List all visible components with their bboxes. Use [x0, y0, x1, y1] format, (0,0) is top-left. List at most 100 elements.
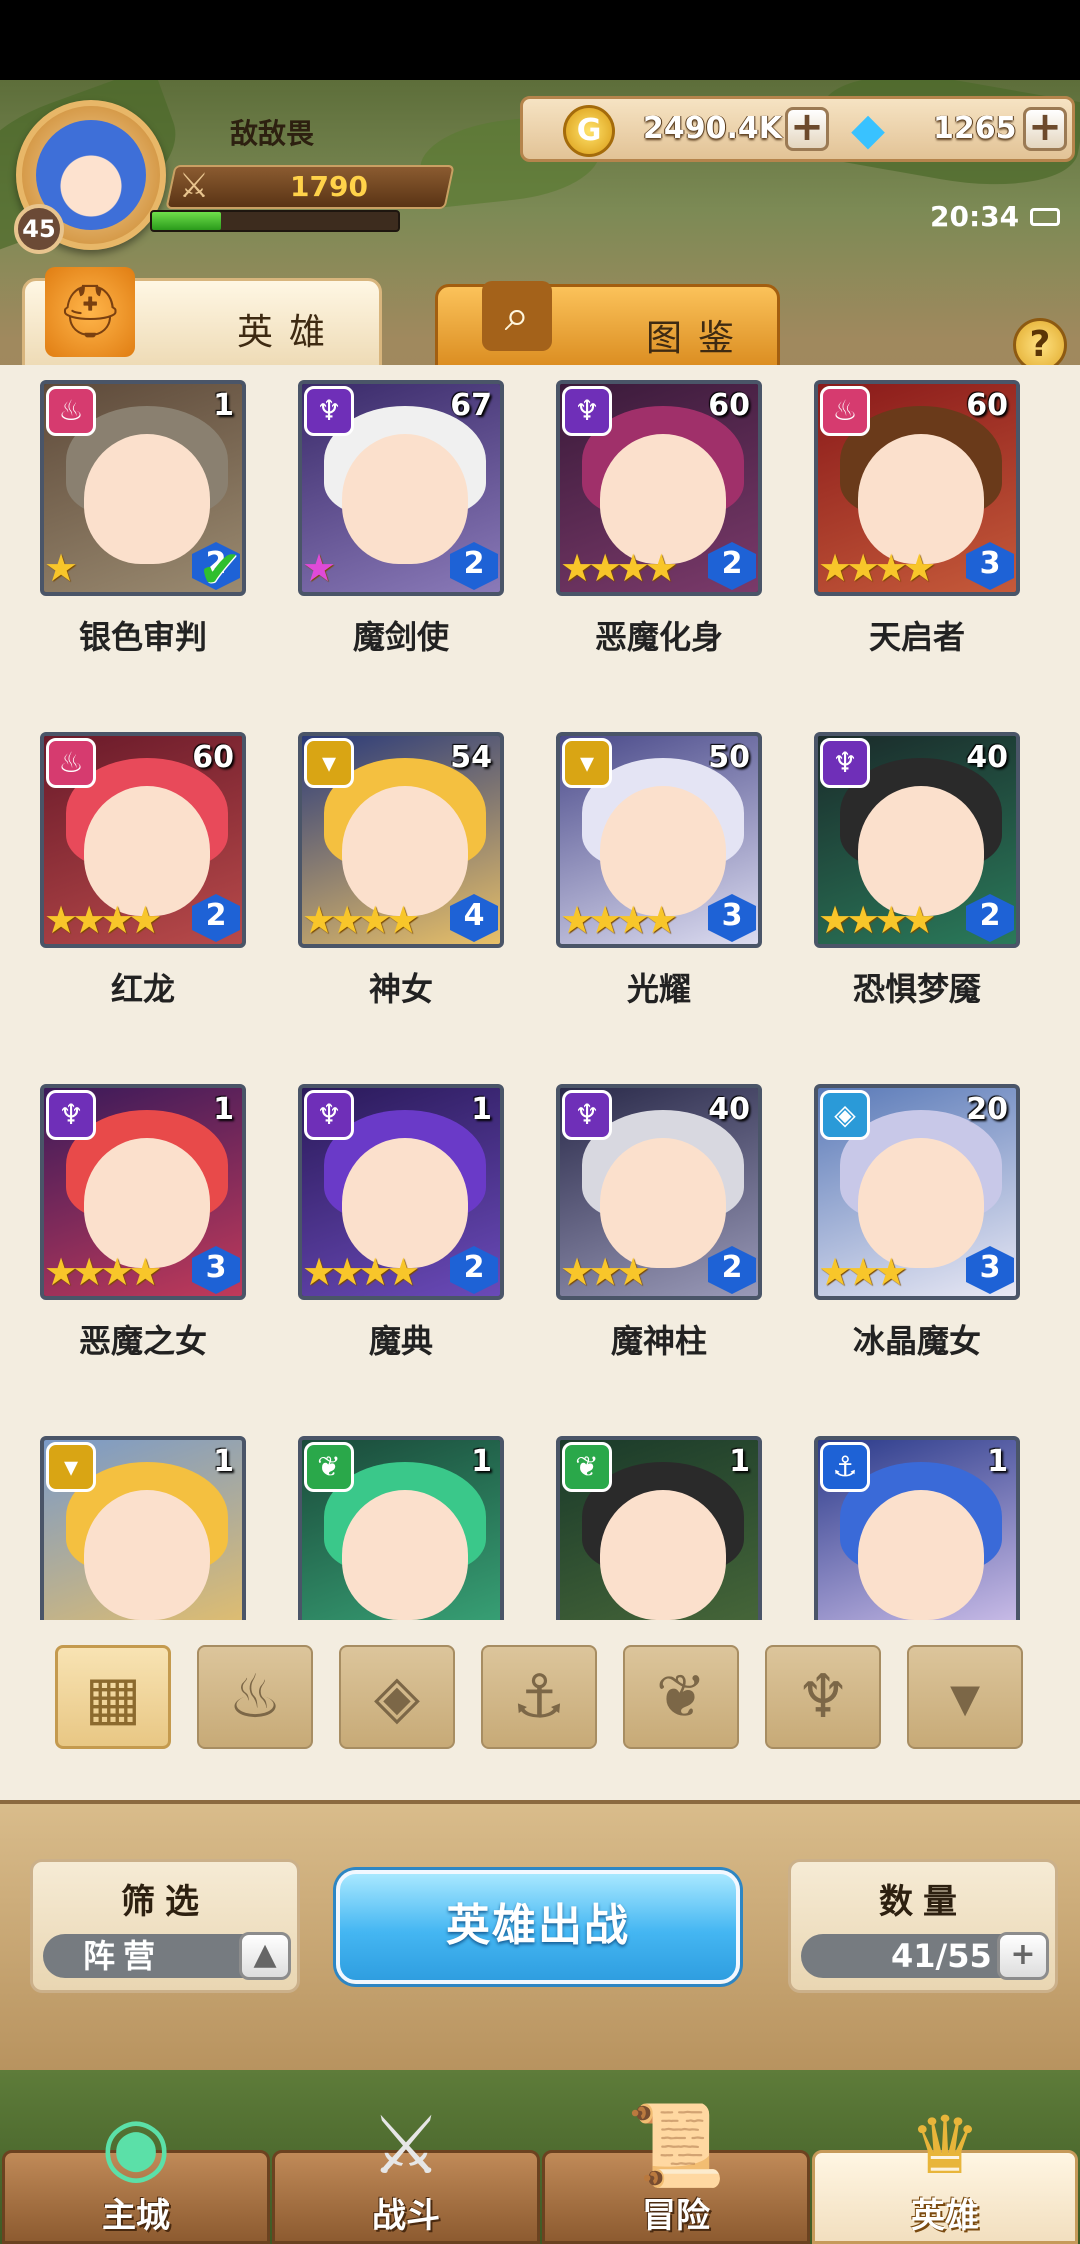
hero-level: 1 — [213, 1444, 234, 1479]
filter-holy-button[interactable]: ▾ — [907, 1645, 1023, 1749]
hero-card[interactable]: ⚓ 1 — [802, 1436, 1030, 1620]
filter-beast-button[interactable]: ❦ — [623, 1645, 739, 1749]
portrait-face — [600, 786, 726, 916]
tab-atlas-label: 图鉴 — [646, 318, 751, 359]
filter-toggle-button[interactable]: ▲ — [239, 1932, 291, 1980]
currency-panel: G 2490.4K + ◆ 1265 + — [520, 96, 1075, 162]
player-info: 敌敌畏 ⚔ 1790 — [150, 110, 455, 262]
faction-filter-row: ▦ ♨ ◈ ⚓ ❦ ♆ ▾ — [0, 1645, 1080, 1775]
hero-name: 恶魔之女 — [78, 1322, 207, 1360]
add-gold-button[interactable]: + — [785, 107, 829, 151]
hero-level: 67 — [450, 388, 492, 423]
star-icon: ★★★ — [560, 1250, 650, 1294]
nav-battle[interactable]: ⚔ 战斗 — [272, 2099, 540, 2244]
nav-adventure-label: 冒险 — [642, 2196, 710, 2236]
tab-atlas[interactable]: ⌕ 图鉴 — [435, 281, 780, 374]
hero-card[interactable]: ♨ 60 ★★★★ 3 天启者 — [802, 380, 1030, 720]
hero-name: 银色审判 — [78, 618, 207, 656]
hero-card[interactable]: ♆ 67 ★ 2 魔剑使 — [286, 380, 514, 720]
hero-card[interactable]: ♆ 60 ★★★★ 2 恶魔化身 — [544, 380, 772, 720]
portrait-face — [858, 1490, 984, 1620]
filter-demon-button[interactable]: ♆ — [765, 1645, 881, 1749]
hero-portrait: ▾ 1 — [40, 1436, 246, 1620]
hero-card[interactable]: ◈ 20 ★★★ 3 冰晶魔女 — [802, 1084, 1030, 1424]
hero-card[interactable]: ♨ 60 ★★★★ 2 红龙 — [28, 732, 256, 1072]
hero-portrait: ♆ 40 ★★★ 2 — [556, 1084, 762, 1300]
expand-capacity-button[interactable]: + — [997, 1932, 1049, 1980]
hero-name: 冰晶魔女 — [852, 1322, 981, 1360]
deploy-heroes-button[interactable]: 英雄出战 — [336, 1870, 740, 1984]
portrait-face — [84, 1138, 210, 1268]
gold-coin-icon: G — [563, 105, 615, 157]
battery-icon — [1030, 208, 1060, 226]
filter-flame-button[interactable]: ♨ — [197, 1645, 313, 1749]
hero-portrait: ♆ 1 ★★★★ 2 — [298, 1084, 504, 1300]
hero-portrait: ◈ 20 ★★★ 3 — [814, 1084, 1020, 1300]
hero-card[interactable]: ▾ 1 — [28, 1436, 256, 1620]
hero-level: 60 — [966, 388, 1008, 423]
portrait-face — [84, 1490, 210, 1620]
hero-portrait: ♆ 1 ★★★★ 3 — [40, 1084, 246, 1300]
portrait-face — [342, 786, 468, 916]
faction-purple-icon: ♆ — [46, 1090, 96, 1140]
hero-card[interactable]: ▾ 54 ★★★★ 4 神女 — [286, 732, 514, 1072]
faction-purple-icon: ♆ — [304, 386, 354, 436]
hero-card[interactable]: ❦ 1 — [286, 1436, 514, 1620]
hero-card[interactable]: ♨ 1 ★ 2 ✔ 银色审判 — [28, 380, 256, 720]
filter-all-button[interactable]: ▦ — [55, 1645, 171, 1749]
exp-bar-fill — [152, 212, 221, 230]
hero-level: 50 — [708, 740, 750, 775]
hero-list-panel: ♨ 1 ★ 2 ✔ 银色审判 ♆ 67 ★ 2 魔剑使 ♆ 60 ★★★★ 2 恶魔化身 ♨ 60 ★★★★ 3 天启者… — [0, 365, 1080, 1800]
hero-card[interactable]: ▾ 50 ★★★★ 3 光耀 — [544, 732, 772, 1072]
star-icon: ★★★★ — [818, 546, 936, 590]
nav-heroes[interactable]: ♛ 英雄 — [812, 2099, 1078, 2244]
hero-name: 魔神柱 — [610, 1322, 707, 1360]
tab-heroes[interactable]: ⛑ 英雄 — [22, 267, 382, 368]
hero-card[interactable]: ♆ 40 ★★★★ 2 恐惧梦魇 — [802, 732, 1030, 1072]
hero-level: 40 — [708, 1092, 750, 1127]
faction-gold-icon: ▾ — [562, 738, 612, 788]
filter-crystal-button[interactable]: ◈ — [339, 1645, 455, 1749]
hero-portrait: ♨ 60 ★★★★ 2 — [40, 732, 246, 948]
portrait-face — [600, 1138, 726, 1268]
count-title: 数量 — [879, 1882, 967, 1922]
hero-grid[interactable]: ♨ 1 ★ 2 ✔ 银色审判 ♆ 67 ★ 2 魔剑使 ♆ 60 ★★★★ 2 恶魔化身 ♨ 60 ★★★★ 3 天启者… — [28, 380, 1068, 1620]
star-icon: ★★★ — [818, 1250, 908, 1294]
hero-name: 魔典 — [368, 1322, 433, 1360]
nav-city[interactable]: ◉ 主城 — [2, 2099, 270, 2244]
faction-green-icon: ❦ — [562, 1442, 612, 1492]
hero-level: 40 — [966, 740, 1008, 775]
portrait-face — [858, 434, 984, 564]
hero-card[interactable]: ♆ 1 ★★★★ 2 魔典 — [286, 1084, 514, 1424]
hero-portrait: ⚓ 1 — [814, 1436, 1020, 1620]
hero-card[interactable]: ♆ 1 ★★★★ 3 恶魔之女 — [28, 1084, 256, 1424]
portrait-face — [600, 1490, 726, 1620]
hero-name: 恐惧梦魇 — [852, 970, 981, 1008]
portrait-face — [858, 1138, 984, 1268]
hero-level: 1 — [471, 1444, 492, 1479]
hero-crest-icon: ♛ — [909, 2099, 981, 2192]
status-bar-black — [0, 0, 1080, 80]
help-button[interactable]: ? — [1013, 318, 1067, 372]
bottom-nav: ◉ 主城 ⚔ 战斗 📜 冒险 ♛ 英雄 — [0, 2070, 1080, 2244]
hero-name: 神女 — [368, 970, 433, 1008]
hero-portrait: ❦ 1 — [298, 1436, 504, 1620]
filter-anchor-button[interactable]: ⚓ — [481, 1645, 597, 1749]
player-level-badge: 45 — [14, 204, 64, 254]
hero-card[interactable]: ❦ 1 — [544, 1436, 772, 1620]
faction-purple-icon: ♆ — [820, 738, 870, 788]
portrait-face — [600, 434, 726, 564]
hero-count-control: 数量 41/55 + — [788, 1859, 1058, 1993]
add-gems-button[interactable]: + — [1023, 107, 1067, 151]
magnifier-icon: ⌕ — [482, 281, 552, 351]
star-icon: ★★★★ — [44, 1250, 162, 1294]
faction-gold-icon: ▾ — [304, 738, 354, 788]
hero-name: 恶魔化身 — [594, 618, 723, 656]
hero-portrait: ▾ 50 ★★★★ 3 — [556, 732, 762, 948]
hero-level: 1 — [987, 1444, 1008, 1479]
hero-card[interactable]: ♆ 40 ★★★ 2 魔神柱 — [544, 1084, 772, 1424]
faction-pink-icon: ♨ — [46, 386, 96, 436]
hero-level: 1 — [213, 388, 234, 423]
hero-portrait: ❦ 1 — [556, 1436, 762, 1620]
nav-adventure[interactable]: 📜 冒险 — [542, 2099, 810, 2244]
